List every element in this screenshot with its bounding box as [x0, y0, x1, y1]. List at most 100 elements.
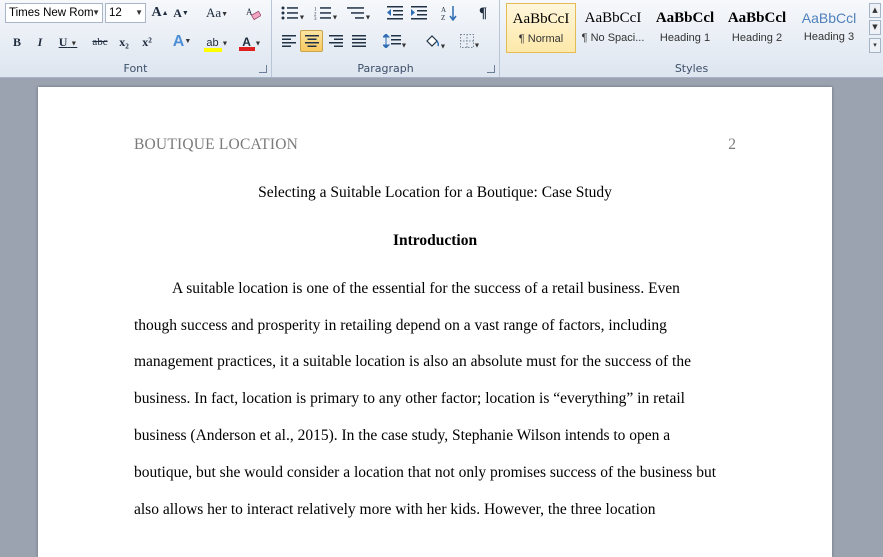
body-line: business (Anderson et al., 2015). In the…	[134, 427, 671, 444]
justify-button[interactable]	[348, 30, 370, 52]
shading-button[interactable]: ▼	[420, 30, 450, 52]
font-dialog-launcher-icon[interactable]	[259, 65, 267, 73]
numbering-button[interactable]: 1 2 3 ▼	[310, 2, 342, 24]
bold-icon: B	[12, 35, 21, 49]
pilcrow-icon: ¶	[478, 5, 488, 21]
ribbon: Times New Rom ▼ 12 ▼ A▲ A▼ Aa▼ A B I U ▼…	[0, 0, 883, 78]
line-spacing-button[interactable]: ▼	[380, 30, 410, 52]
styles-scroll-up-button[interactable]: ▲	[869, 3, 881, 18]
strikethrough-button[interactable]: abc	[89, 31, 111, 53]
styles-scroll-down-button[interactable]: ▼	[869, 20, 881, 35]
styles-more-button[interactable]: ▾	[869, 38, 881, 53]
align-center-icon	[304, 35, 319, 47]
increase-indent-icon	[411, 6, 427, 20]
sort-button[interactable]: A Z	[438, 2, 460, 24]
show-marks-button[interactable]: ¶	[472, 2, 494, 24]
grow-font-button[interactable]: A▲	[150, 2, 170, 24]
align-right-icon	[329, 35, 343, 47]
paint-bucket-icon	[425, 35, 439, 47]
subscript-button[interactable]: x₂	[114, 31, 134, 53]
text-effects-button[interactable]: A▼	[168, 31, 196, 53]
style-normal[interactable]: AaBbCcI ¶ Normal	[506, 3, 576, 53]
style-heading-3[interactable]: AaBbCcl Heading 3	[794, 3, 864, 53]
sort-icon: A Z	[441, 6, 457, 22]
borders-icon	[459, 34, 474, 48]
font-size-value: 12	[109, 7, 122, 19]
style-no-spacing[interactable]: AaBbCcI ¶ No Spaci...	[578, 3, 648, 53]
increase-indent-button[interactable]	[408, 2, 430, 24]
style-heading-1[interactable]: AaBbCcl Heading 1	[650, 3, 720, 53]
font-name-combo[interactable]: Times New Rom ▼	[5, 3, 103, 23]
strikethrough-icon: abc	[92, 36, 108, 48]
bullets-button[interactable]: ▼	[278, 2, 308, 24]
change-case-button[interactable]: Aa▼	[203, 2, 231, 24]
chevron-down-icon: ▼	[135, 8, 143, 17]
style-preview: AaBbCcl	[801, 10, 857, 26]
svg-text:Z: Z	[441, 14, 445, 21]
section-heading: Introduction	[392, 232, 478, 249]
document-page[interactable]: BOUTIQUE LOCATION 2 Selecting a Suitable…	[38, 87, 832, 557]
text-effects-icon: A	[172, 33, 185, 51]
clear-formatting-icon: A	[246, 7, 262, 21]
italic-button[interactable]: I	[31, 31, 49, 53]
running-head: BOUTIQUE LOCATION	[134, 136, 298, 153]
body-line: also allows her to interact relatively m…	[134, 501, 656, 518]
styles-group: AaBbCcI ¶ Normal AaBbCcI ¶ No Spaci... A…	[500, 0, 883, 77]
page-number: 2	[728, 136, 736, 153]
highlight-button[interactable]: ab ▼	[200, 31, 232, 53]
align-left-button[interactable]	[278, 30, 300, 52]
chevron-down-icon: ▼	[92, 8, 100, 17]
style-preview: AaBbCcl	[655, 10, 715, 26]
paragraph-dialog-launcher-icon[interactable]	[487, 65, 495, 73]
style-name: Heading 3	[803, 31, 855, 43]
font-name-value: Times New Rom	[9, 7, 94, 19]
decrease-indent-button[interactable]	[384, 2, 406, 24]
shrink-font-button[interactable]: A▼	[171, 2, 191, 24]
italic-icon: I	[37, 35, 43, 49]
style-name: Heading 1	[659, 32, 711, 44]
bullets-icon	[281, 6, 298, 20]
style-preview: AaBbCcl	[727, 10, 787, 26]
body-line: boutique, but she would consider a locat…	[134, 464, 717, 481]
style-heading-2[interactable]: AaBbCcl Heading 2	[722, 3, 792, 53]
body-line: business. In fact, location is primary t…	[134, 390, 685, 407]
font-color-bar	[238, 47, 255, 51]
font-size-combo[interactable]: 12 ▼	[105, 3, 146, 23]
decrease-indent-icon	[387, 6, 403, 20]
multilevel-list-icon	[346, 7, 364, 19]
change-case-icon: Aa	[205, 5, 222, 20]
numbering-icon: 1 2 3	[314, 7, 331, 22]
clear-formatting-button[interactable]: A	[243, 2, 263, 24]
font-group: Times New Rom ▼ 12 ▼ A▲ A▼ Aa▼ A B I U ▼…	[0, 0, 272, 77]
align-center-button[interactable]	[300, 30, 323, 52]
body-line: though success and prosperity in retaili…	[134, 317, 667, 334]
styles-group-label: Styles	[674, 62, 709, 75]
line-spacing-icon	[381, 33, 401, 49]
style-preview: AaBbCcI	[584, 10, 642, 26]
body-line: management practices, it a suitable loca…	[134, 353, 691, 370]
justify-icon	[352, 35, 366, 47]
underline-icon: U	[58, 35, 68, 49]
align-left-icon	[282, 35, 296, 47]
style-preview: AaBbCcI	[512, 11, 570, 27]
shrink-font-icon: A	[173, 6, 182, 20]
bold-button[interactable]: B	[8, 31, 26, 53]
underline-button[interactable]: U ▼	[54, 31, 82, 53]
body-line: A suitable location is one of the essent…	[172, 280, 680, 297]
subscript-icon: x₂	[119, 35, 129, 49]
grow-font-icon: A	[151, 5, 162, 20]
svg-text:A: A	[441, 6, 446, 14]
highlight-color-bar	[203, 48, 222, 52]
multilevel-list-button[interactable]: ▼	[344, 2, 374, 24]
borders-button[interactable]: ▼	[454, 30, 486, 52]
superscript-button[interactable]: x²	[137, 31, 157, 53]
font-group-label: Font	[123, 62, 148, 75]
style-name: ¶ Normal	[518, 33, 564, 45]
paragraph-group-label: Paragraph	[357, 62, 414, 75]
font-color-button[interactable]: A ▼	[235, 31, 265, 53]
align-right-button[interactable]	[325, 30, 347, 52]
style-name: ¶ No Spaci...	[581, 32, 645, 44]
document-title: Selecting a Suitable Location for a Bout…	[258, 184, 612, 201]
paragraph-group: ▼ 1 2 3 ▼ ▼ A Z ¶ ▼ ▼ ▼ Paragraph	[272, 0, 500, 77]
superscript-icon: x²	[142, 35, 152, 49]
